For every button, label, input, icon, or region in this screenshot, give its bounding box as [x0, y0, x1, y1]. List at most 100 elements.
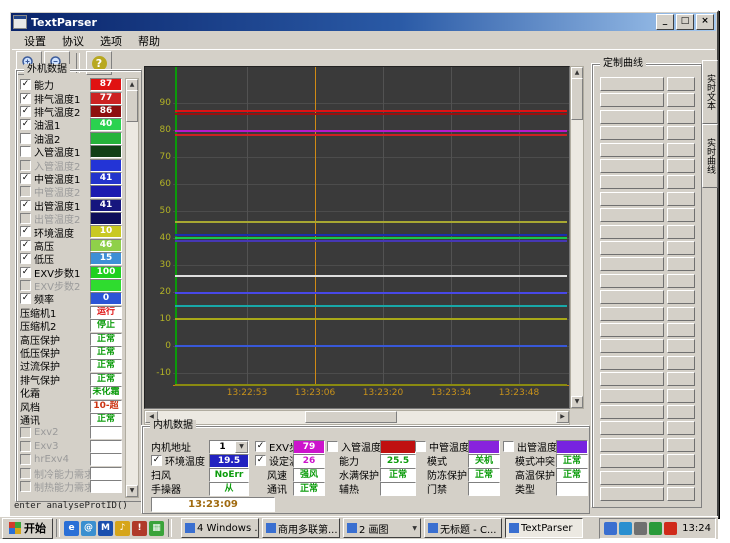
chart-hscrollbar[interactable]: ◀ ▶ [144, 410, 570, 425]
menu-help[interactable]: 帮助 [130, 32, 168, 50]
item-checkbox[interactable]: ✓ [20, 253, 31, 264]
curve-slot-field[interactable] [600, 405, 664, 419]
item-checkbox[interactable] [20, 133, 31, 144]
item-checkbox[interactable]: ✓ [20, 93, 31, 104]
scroll-down-icon[interactable]: ▼ [571, 396, 583, 408]
menu-protocol[interactable]: 协议 [54, 32, 92, 50]
item-checkbox[interactable] [20, 160, 31, 171]
ime-icon[interactable] [634, 522, 647, 535]
menu-options[interactable]: 选项 [92, 32, 130, 50]
curve-slot-field[interactable] [600, 126, 664, 140]
curve-slot-field[interactable] [600, 339, 664, 353]
antivirus-icon[interactable] [649, 522, 662, 535]
curve-slot-field[interactable] [600, 93, 664, 107]
taskbar-button[interactable]: 4 Windows ...▼ [181, 518, 259, 538]
scroll-right-icon[interactable]: ▶ [556, 411, 569, 423]
outlook-icon[interactable]: @ [81, 521, 96, 536]
curve-slot-field[interactable] [600, 175, 664, 189]
indoor-address-select[interactable]: 1▼ [209, 440, 249, 454]
curve-slot-field[interactable] [600, 208, 664, 222]
item-checkbox[interactable] [20, 454, 31, 465]
curve-slot-value[interactable] [667, 290, 695, 304]
download-icon[interactable] [664, 522, 677, 535]
curve-slot-field[interactable] [600, 389, 664, 403]
curve-slot-field[interactable] [600, 274, 664, 288]
close-button[interactable]: × [696, 14, 714, 30]
msn-icon[interactable]: M [98, 521, 113, 536]
curve-slot-value[interactable] [667, 274, 695, 288]
item-checkbox[interactable]: ✓ [20, 106, 31, 117]
curve-slot-value[interactable] [667, 159, 695, 173]
curve-slot-value[interactable] [667, 356, 695, 370]
taskbar-button[interactable]: 商用多联第... [262, 518, 340, 538]
curve-slot-field[interactable] [600, 323, 664, 337]
scroll-down-icon[interactable]: ▼ [126, 485, 138, 497]
chevron-down-icon[interactable]: ▼ [412, 525, 417, 532]
curve-slot-value[interactable] [667, 241, 695, 255]
item-checkbox[interactable]: ✓ [20, 200, 31, 211]
item-checkbox[interactable]: ✓ [151, 455, 162, 466]
minimize-button[interactable]: _ [656, 14, 674, 30]
curve-slot-value[interactable] [667, 438, 695, 452]
curve-slot-field[interactable] [600, 438, 664, 452]
item-checkbox[interactable] [20, 441, 31, 452]
left-panel-scrollbar[interactable]: ▲ ▼ [125, 78, 139, 498]
curve-slot-value[interactable] [667, 175, 695, 189]
item-checkbox[interactable] [327, 441, 338, 452]
item-checkbox[interactable] [415, 441, 426, 452]
taskbar-button[interactable]: TextParser [505, 518, 583, 538]
curve-slot-field[interactable] [600, 110, 664, 124]
item-checkbox[interactable]: ✓ [255, 455, 266, 466]
curve-slot-value[interactable] [667, 192, 695, 206]
curve-slot-field[interactable] [600, 454, 664, 468]
item-checkbox[interactable]: ✓ [255, 441, 266, 452]
maximize-button[interactable]: □ [676, 14, 694, 30]
curve-slot-field[interactable] [600, 225, 664, 239]
curve-slot-field[interactable] [600, 372, 664, 386]
item-checkbox[interactable]: ✓ [20, 267, 31, 278]
curve-slot-value[interactable] [667, 225, 695, 239]
curve-slot-value[interactable] [667, 257, 695, 271]
tab-realtime-text[interactable]: 实时文本 [702, 60, 718, 124]
curve-slot-value[interactable] [667, 77, 695, 91]
curve-slot-field[interactable] [600, 192, 664, 206]
start-button[interactable]: 开始 [2, 518, 53, 539]
curve-slot-value[interactable] [667, 487, 695, 501]
item-checkbox[interactable] [20, 427, 31, 438]
scrollbar-thumb[interactable] [571, 78, 583, 120]
curve-slot-field[interactable] [600, 159, 664, 173]
curve-slot-value[interactable] [667, 405, 695, 419]
media-icon[interactable]: ♪ [115, 521, 130, 536]
curve-slot-field[interactable] [600, 421, 664, 435]
curve-slot-field[interactable] [600, 356, 664, 370]
taskbar-button[interactable]: 2 画图▼ [343, 518, 421, 538]
curve-slot-field[interactable] [600, 307, 664, 321]
curve-slot-field[interactable] [600, 143, 664, 157]
show-desktop-icon[interactable]: ▦ [149, 521, 164, 536]
curve-slot-field[interactable] [600, 471, 664, 485]
security-icon[interactable]: ! [132, 521, 147, 536]
scrollbar-thumb[interactable] [305, 411, 397, 423]
item-checkbox[interactable] [20, 468, 31, 479]
item-checkbox[interactable]: ✓ [20, 79, 31, 90]
item-checkbox[interactable]: ✓ [20, 240, 31, 251]
curve-slot-value[interactable] [667, 110, 695, 124]
curve-slot-value[interactable] [667, 208, 695, 222]
chart-plot[interactable]: 9080706050403020100-1013:22:5313:23:0613… [144, 66, 570, 409]
messenger-icon[interactable] [619, 522, 632, 535]
curve-slot-value[interactable] [667, 389, 695, 403]
item-checkbox[interactable] [20, 186, 31, 197]
item-checkbox[interactable]: ✓ [20, 226, 31, 237]
curve-slot-field[interactable] [600, 257, 664, 271]
curve-slot-value[interactable] [667, 471, 695, 485]
scrollbar-thumb[interactable] [126, 90, 138, 122]
curve-slot-field[interactable] [600, 77, 664, 91]
curve-slot-value[interactable] [667, 126, 695, 140]
curve-slot-value[interactable] [667, 339, 695, 353]
volume-icon[interactable] [604, 522, 617, 535]
item-checkbox[interactable]: ✓ [20, 293, 31, 304]
chart-vscrollbar[interactable]: ▲ ▼ [570, 66, 584, 409]
curve-slot-field[interactable] [600, 290, 664, 304]
curve-slot-value[interactable] [667, 143, 695, 157]
chevron-down-icon[interactable]: ▼ [235, 441, 248, 453]
